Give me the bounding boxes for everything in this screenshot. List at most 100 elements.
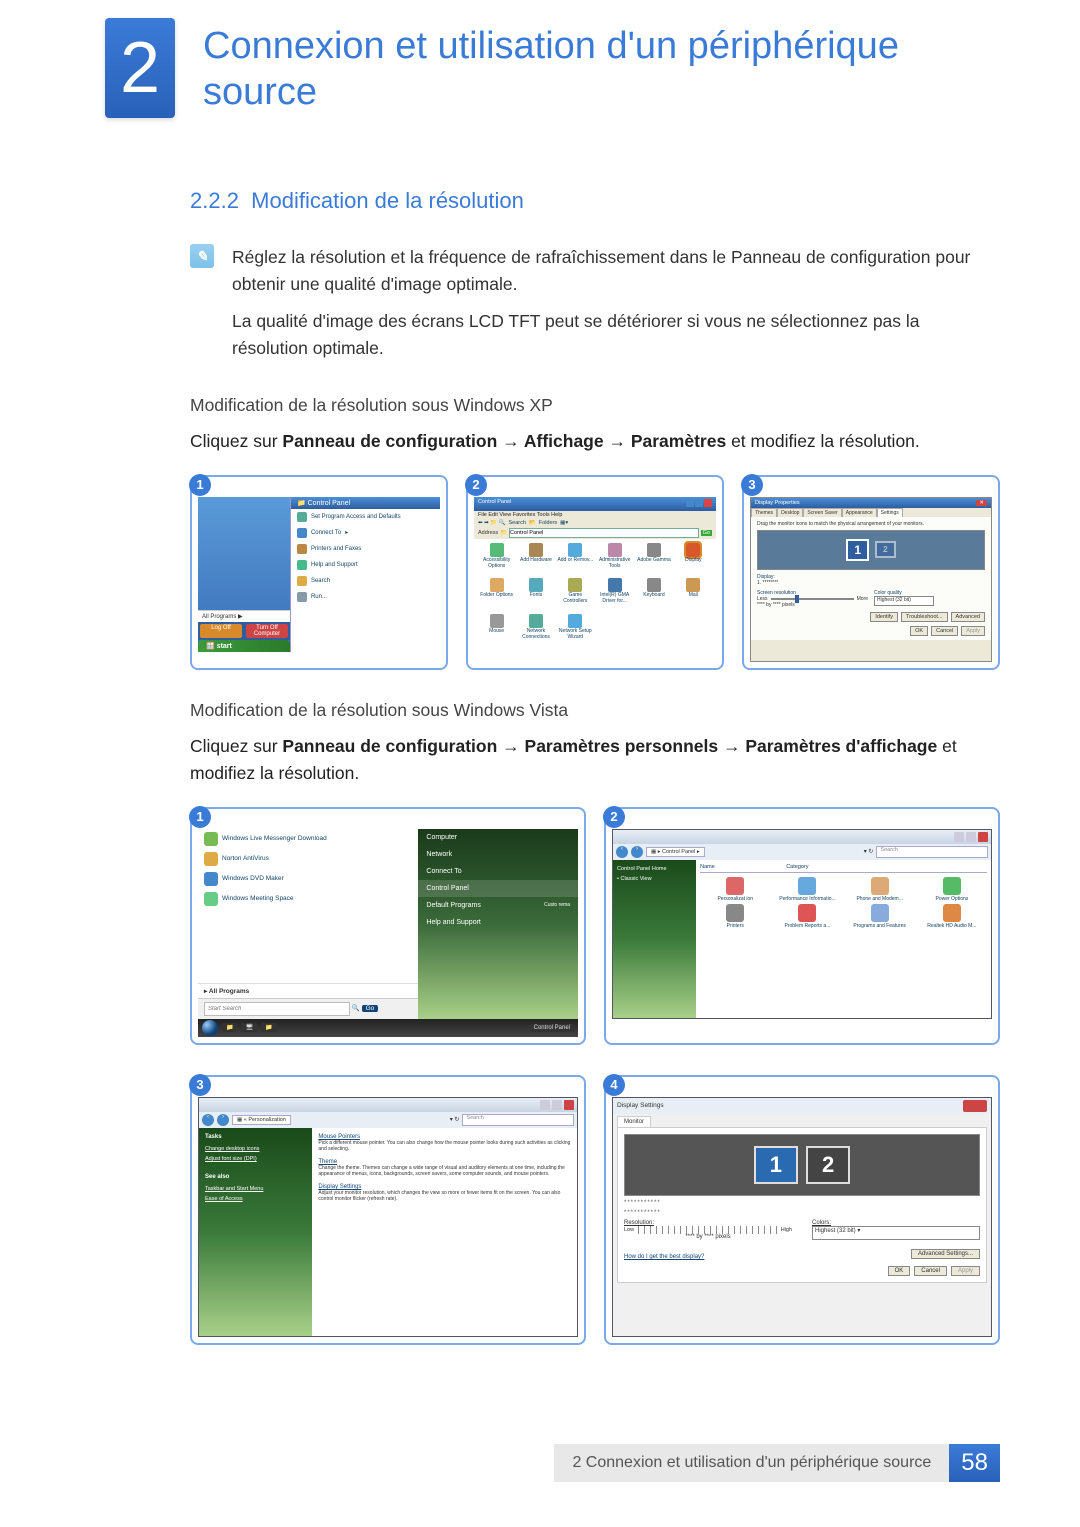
cp-icon[interactable]: Intel(R) GMA Driver for... [596,578,633,612]
start-item[interactable]: Windows Live Messenger Download [198,829,418,849]
cp-item[interactable]: Performance Informatio... [772,877,842,902]
toolbar[interactable]: ⬅ ➡ 📁 🔍Search 📂Folders ▦▾ [474,519,716,527]
right-item[interactable]: Help and Support [418,914,578,931]
close-icon[interactable] [963,1100,987,1112]
turnoff-button[interactable]: Turn Off Computer [246,624,288,638]
go-button[interactable]: Go [701,530,712,536]
fwd-icon[interactable]: › [217,1114,229,1126]
badge-4: 4 [603,1074,625,1096]
start-item[interactable]: Norton AntiVirus [198,849,418,869]
colors-select[interactable]: Highest (32 bit) ▾ [812,1226,980,1240]
troubleshoot-button[interactable]: Troubleshoot... [901,612,947,622]
cp-item[interactable]: Printers [700,904,770,929]
identify-button[interactable]: Identify [870,612,898,622]
taskbar-item[interactable]: 📁 [261,1023,276,1032]
cp-icon[interactable]: Mouse [478,614,515,648]
cp-icon[interactable]: Add Hardware [517,543,554,577]
cp-item[interactable]: Programs and Features [845,904,915,929]
cp-icon[interactable]: Fonts [517,578,554,612]
all-programs[interactable]: ▸ All Programs [198,983,418,998]
monitor-arrangement[interactable]: 12 [757,530,985,570]
back-icon[interactable]: ‹ [616,846,628,858]
right-item-controlpanel[interactable]: Control Panel [418,880,578,897]
info-text: Réglez la résolution et la fréquence de … [232,244,1000,373]
cp-classic[interactable]: • Classic View [617,874,692,884]
start-item[interactable]: Windows DVD Maker [198,869,418,889]
apply-button[interactable]: Apply [961,626,985,636]
breadcrumb[interactable]: ▦ ▸ Control Panel ▸ [646,847,705,857]
monitor-tab[interactable]: Monitor [617,1116,651,1127]
apply-button[interactable]: Apply [951,1266,980,1276]
task-link[interactable]: Adjust font size (DPI) [205,1154,306,1164]
cp-item[interactable]: Phone and Modem... [845,877,915,902]
back-icon[interactable]: ‹ [202,1114,214,1126]
badge-3: 3 [189,1074,211,1096]
chapter-number: 2 [120,27,160,109]
cp-icon[interactable]: Game Controllers [557,578,594,612]
cp-icon-display[interactable]: Display [675,543,712,577]
cp-icon[interactable]: Mail [675,578,712,612]
logoff-button[interactable]: Log Off [200,624,242,638]
cancel-button[interactable]: Cancel [914,1266,947,1276]
advanced-button[interactable]: Advanced [951,612,985,622]
menu-item[interactable]: Run... [291,589,440,605]
breadcrumb[interactable]: ▦ « Personalization [232,1115,291,1125]
start-search[interactable] [204,1002,350,1016]
cp-icon[interactable]: Network Connections [517,614,554,648]
tabs[interactable]: ThemesDesktopScreen SaverAppearanceSetti… [751,508,991,517]
taskbar-cp[interactable]: Control Panel [530,1024,574,1032]
xp-step2-box: 2 Control Panel File Edit View Favorites… [466,475,724,670]
window-controls[interactable] [199,1098,577,1112]
norton-icon [204,852,218,866]
right-item[interactable]: Default Programs Custo rema [418,897,578,914]
fwd-icon[interactable]: › [631,846,643,858]
right-item[interactable]: Connect To [418,863,578,880]
menu-item[interactable]: Connect To ▸ [291,525,440,541]
cp-home[interactable]: Control Panel Home [617,864,692,874]
color-select[interactable]: Highest (32 bit) [874,596,934,606]
taskbar-item[interactable]: 🖥 [241,1023,257,1032]
taskbar-item[interactable]: 📁 [222,1023,237,1032]
cp-icon[interactable]: Network Setup Wizard [557,614,594,648]
cp-item[interactable]: Realtek HD Audio M... [917,904,987,929]
cp-icon[interactable]: Accessibility Options [478,543,515,577]
meetingspace-icon [204,892,218,906]
cp-icon[interactable]: Administrative Tools [596,543,633,577]
cp-item[interactable]: Problem Reports a... [772,904,842,929]
menu-item[interactable]: Printers and Faxes [291,541,440,557]
cp-icon[interactable]: Folder Options [478,578,515,612]
start-item[interactable]: Windows Meeting Space [198,889,418,909]
right-item[interactable]: Computer [418,829,578,846]
menu-item[interactable]: Set Program Access and Defaults [291,509,440,525]
cp-item[interactable]: Personalizat ion [700,877,770,902]
cp-icon[interactable]: Adobe Gamma [635,543,672,577]
resolution-slider[interactable]: LowHigh [624,1226,792,1234]
menubar[interactable]: File Edit View Favorites Tools Help [474,511,716,519]
cp-item[interactable]: Power Options [917,877,987,902]
cp-icon[interactable]: Keyboard [635,578,672,612]
cp-icon[interactable]: Add or Remov... [557,543,594,577]
search-input[interactable]: Search [462,1114,574,1126]
cancel-button[interactable]: Cancel [931,626,958,636]
window-controls[interactable] [613,830,991,844]
close-icon[interactable]: ✕ [976,500,987,506]
address-input[interactable] [509,528,699,538]
window-controls[interactable] [685,499,712,509]
start-button[interactable]: 🪟 start [198,640,290,652]
menu-item[interactable]: Help and Support [291,557,440,573]
help-link[interactable]: How do I get the best display? [624,1254,704,1260]
right-item[interactable]: Network [418,846,578,863]
see-link[interactable]: Taskbar and Start Menu [205,1184,306,1194]
task-link[interactable]: Change desktop icons [205,1144,306,1154]
search-input[interactable]: Search [876,846,988,858]
ok-button[interactable]: OK [888,1266,911,1276]
start-orb-icon[interactable] [202,1020,218,1036]
badge-2: 2 [465,474,487,496]
menu-item[interactable]: Search [291,573,440,589]
all-programs[interactable]: All Programs [202,614,236,620]
ok-button[interactable]: OK [910,626,928,636]
see-link[interactable]: Ease of Access [205,1194,306,1204]
go-button[interactable]: Go [362,1005,379,1012]
advanced-button[interactable]: Advanced Settings... [911,1249,980,1259]
monitor-arrangement[interactable]: 1 2 [624,1134,980,1196]
